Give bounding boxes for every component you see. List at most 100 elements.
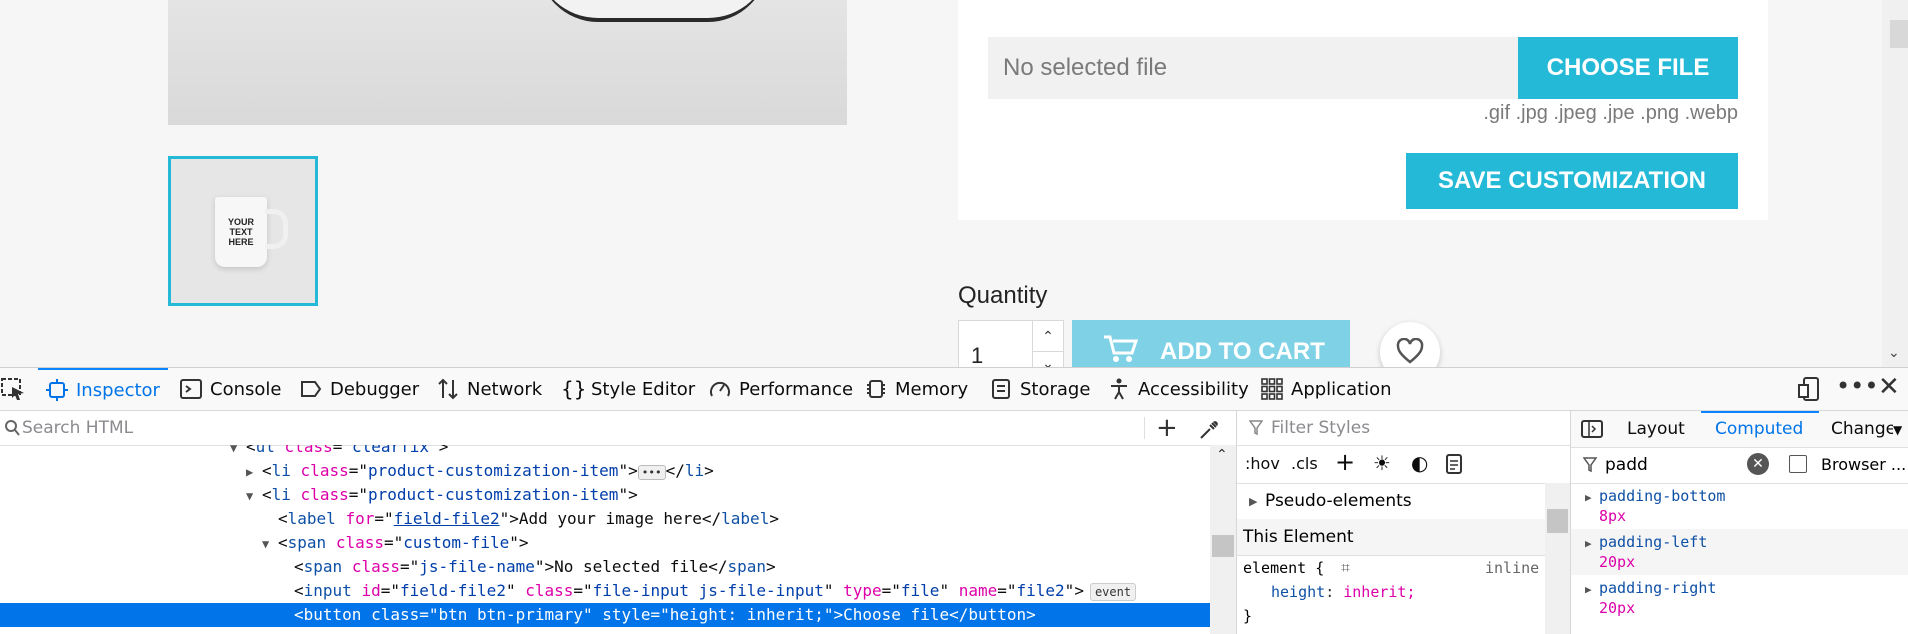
decrement-icon[interactable]: ⌄ [1032,351,1063,367]
tab-accessibility-label: Accessibility [1138,378,1249,400]
tree-node[interactable]: ▼ <ul class="clearfix"> [230,445,448,459]
wishlist-button[interactable] [1380,322,1440,367]
search-html-bar: Search HTML + [0,411,1236,446]
tab-inspector-label: Inspector [76,379,160,401]
hover-state-toggle[interactable]: :hov [1245,454,1280,473]
collapse-icon[interactable]: ▼ [230,445,246,460]
node-icon[interactable]: ⌗ [1341,558,1350,578]
event-badge[interactable]: event [1089,583,1137,601]
expand-icon[interactable]: ▶ [1585,537,1592,550]
tab-computed[interactable]: Computed [1715,419,1803,439]
responsive-design-icon[interactable] [1798,377,1820,401]
search-html-input[interactable]: Search HTML [22,418,133,438]
tab-network[interactable]: Network [437,368,542,410]
tree-node[interactable]: <span class="js-file-name">No selected f… [294,555,776,579]
computed-filter-input[interactable]: padd [1605,455,1648,475]
sidebar-panel: Layout Computed Changes ▼ padd ✕ Browser… [1570,411,1908,634]
computed-properties: ▶ padding-bottom 8px ▶ padding-left 20px… [1571,483,1908,634]
tab-storage-label: Storage [1020,378,1091,400]
tab-debugger[interactable]: Debugger [300,368,419,410]
product-thumbnail[interactable]: YOUR TEXT HERE [168,156,318,306]
expand-icon[interactable]: ▶ [1585,491,1592,504]
tab-accessibility[interactable]: Accessibility [1108,368,1249,410]
scroll-down-icon[interactable]: ⌄ [1888,344,1900,361]
this-element-header: This Element [1237,519,1545,556]
element-picker-icon[interactable] [0,377,26,401]
increment-icon[interactable]: ⌃ [1032,321,1063,352]
computed-property[interactable]: ▶ padding-right 20px [1571,575,1908,621]
markup-view: Search HTML + ▼ <ul class="clearfix"> ▶ <l… [0,411,1236,634]
file-upload-field[interactable]: No selected file CHOOSE FILE [988,37,1738,99]
filter-icon [1583,457,1597,473]
quantity-value[interactable]: 1 [971,343,983,367]
filter-styles-bar: Filter Styles [1237,411,1570,446]
browser-styles-checkbox[interactable] [1789,455,1807,473]
tab-inspector[interactable]: Inspector [38,368,168,410]
pseudo-elements-section[interactable]: ▶ Pseudo-elements [1237,483,1545,520]
console-icon [180,379,202,399]
element-rule[interactable]: element { ⌗ inline height: inherit; } [1237,555,1545,634]
add-node-icon[interactable]: + [1156,413,1178,443]
tab-style-editor[interactable]: {} Style Editor [561,368,695,410]
eyedropper-icon[interactable] [1198,419,1220,441]
tree-node[interactable]: <label for="field-file2">Add your image … [278,507,779,531]
active-tab-indicator [1701,411,1819,413]
tab-application[interactable]: Application [1261,368,1392,410]
toggle-sidebar-icon[interactable] [1581,420,1603,438]
mug-text: YOUR TEXT HERE [227,217,254,247]
rules-scroll-thumb[interactable] [1547,509,1568,533]
collapse-icon[interactable]: ▼ [262,532,278,556]
choose-file-button[interactable]: CHOOSE FILE [1518,37,1738,99]
tree-node[interactable]: ▼ <span class="custom-file"> [262,531,529,555]
dark-mode-icon[interactable]: ◐ [1411,451,1428,475]
page-scroll-thumb[interactable] [1890,20,1908,48]
tab-layout[interactable]: Layout [1627,419,1685,439]
property-name: padding-bottom [1599,487,1726,505]
tab-performance[interactable]: Performance [709,368,853,410]
clear-filter-icon[interactable]: ✕ [1747,453,1769,475]
tab-console[interactable]: Console [180,368,281,410]
devtools-tabbar: Inspector Console Debugger Network {} St… [0,368,1908,411]
tab-memory[interactable]: Memory [865,368,968,410]
filter-styles-input[interactable]: Filter Styles [1271,418,1370,438]
collapse-icon[interactable]: ▼ [246,484,262,508]
add-to-cart-button[interactable]: ADD TO CART [1072,320,1350,367]
tab-storage[interactable]: Storage [990,368,1090,410]
scroll-up-icon[interactable]: ⌃ [1216,447,1228,463]
expand-icon[interactable]: ▶ [246,460,262,484]
property-name: padding-right [1599,579,1717,597]
tree-node-selected[interactable]: <button class="btn btn-primary" style="h… [0,603,1210,627]
quantity-stepper[interactable]: 1 ⌃ ⌄ [958,320,1064,367]
braces-icon: {} [561,377,587,401]
declaration-name[interactable]: height: inherit; [1271,583,1416,601]
close-devtools-icon[interactable]: ✕ [1878,372,1900,402]
computed-property[interactable]: ▶ padding-left 20px [1571,529,1908,575]
browser-styles-label: Browser ... [1821,455,1907,474]
markup-scrollbar[interactable]: ⌃ [1210,445,1236,634]
collapsed-children-icon[interactable]: ••• [637,465,666,480]
property-name: padding-left [1599,533,1708,551]
tree-node[interactable]: ▼ <li class="product-customization-item"> [246,483,638,507]
markup-scroll-thumb[interactable] [1212,535,1234,557]
computed-property[interactable]: ▶ padding-bottom 8px [1571,483,1908,529]
accessibility-icon [1111,378,1127,400]
add-rule-icon[interactable]: + [1335,448,1355,476]
print-media-icon[interactable] [1445,454,1463,474]
tree-node[interactable]: ▶ <li class="product-customization-item">… [246,459,714,483]
tab-application-label: Application [1291,378,1392,400]
cart-icon [1104,335,1138,362]
quantity-label: Quantity [958,282,1048,309]
tabs-overflow-icon[interactable]: ▼ [1893,423,1902,437]
tab-changes[interactable]: Changes [1831,419,1893,439]
page-scrollbar[interactable]: ⌄ [1882,0,1908,367]
class-toggle[interactable]: .cls [1291,454,1318,473]
light-mode-icon[interactable]: ☀ [1373,451,1391,475]
expand-icon[interactable]: ▶ [1249,495,1257,508]
more-options-icon[interactable]: ••• [1836,372,1878,400]
expand-icon[interactable]: ▶ [1585,583,1592,596]
tree-node[interactable]: <input id="field-file2" class="file-inpu… [294,579,1137,603]
html-tree[interactable]: ▼ <ul class="clearfix"> ▶ <li class="produ… [0,445,1210,634]
save-customization-button[interactable]: SAVE CUSTOMIZATION [1406,153,1738,209]
add-to-cart-label: ADD TO CART [1160,338,1325,365]
rules-scrollbar[interactable] [1545,483,1570,634]
